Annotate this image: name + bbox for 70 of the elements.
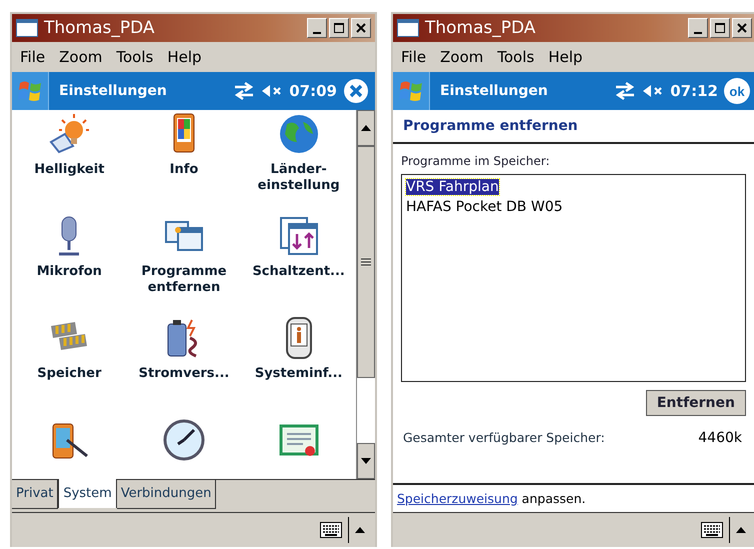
maximize-icon [714, 22, 726, 34]
menu-item[interactable]: Tools [116, 48, 154, 66]
setting-label[interactable]: Info [170, 162, 198, 178]
lightbulb-icon[interactable] [47, 112, 92, 156]
scroll-down-button[interactable] [357, 443, 375, 479]
tab[interactable]: System [58, 479, 117, 508]
start-button[interactable] [393, 72, 430, 110]
speaker-muted-icon[interactable] [261, 83, 284, 99]
sync-arrows-icon[interactable] [233, 82, 256, 100]
window-title: Thomas_PDA [425, 18, 537, 38]
minimize-icon [694, 32, 702, 34]
setting-label[interactable]: Systeminf... [254, 366, 342, 382]
clock-icon[interactable] [162, 418, 206, 462]
footer-text: Speicherzuweisung anpassen. [393, 483, 754, 512]
keyboard-icon[interactable] [320, 522, 342, 538]
memory-value: 4460k [698, 430, 742, 446]
setting-label[interactable]: Schaltzent... [252, 264, 345, 280]
close-button[interactable] [732, 18, 752, 38]
scrollbar[interactable] [356, 110, 375, 479]
menu-item[interactable]: Zoom [440, 48, 484, 66]
nav-title: Einstellungen [58, 83, 168, 99]
list-label: Programme im Speicher: [401, 154, 551, 168]
window-icon [16, 19, 38, 37]
down-arrow-icon [361, 458, 371, 464]
setting-label[interactable]: Mikrofon [36, 264, 102, 280]
sync-arrows-icon[interactable] [614, 82, 636, 100]
menu-item[interactable]: File [401, 48, 426, 66]
menu-item[interactable]: Tools [497, 48, 534, 66]
setting-label[interactable]: Helligkeit [34, 162, 104, 178]
menu-item[interactable]: Help [548, 48, 583, 66]
menu-item[interactable]: Help [167, 48, 202, 66]
scroll-thumb[interactable] [357, 146, 375, 378]
remove-button[interactable]: Entfernen [646, 390, 746, 416]
memory-allocation-link[interactable]: Speicherzuweisung [397, 491, 518, 506]
close-icon[interactable] [343, 78, 369, 104]
tab[interactable]: Verbindungen [116, 480, 216, 509]
maximize-button[interactable] [329, 18, 349, 38]
speaker-muted-icon[interactable] [642, 83, 664, 99]
memory-label: Gesamter verfügbarer Speicher: [403, 430, 605, 446]
clock-time: 07:09 [289, 82, 337, 100]
grip-icon [361, 258, 371, 266]
menu-item[interactable]: File [20, 48, 46, 66]
setting-label[interactable]: Stromvers... [138, 366, 230, 382]
minimize-button[interactable] [307, 18, 327, 38]
minimize-icon [313, 32, 321, 34]
up-arrow-icon [361, 125, 371, 131]
window-title: Thomas_PDA [44, 18, 156, 38]
ok-button[interactable]: ok [724, 78, 750, 104]
program-item[interactable]: VRS Fahrplan [406, 179, 499, 195]
scroll-up-button[interactable] [357, 110, 375, 146]
nav-title: Einstellungen [439, 83, 549, 99]
page-heading: Programme entfernen [393, 110, 754, 144]
program-list[interactable]: VRS Fahrplan HAFAS Pocket DB W05 [401, 174, 746, 382]
setting-label[interactable]: Länder-einstellung [242, 162, 355, 194]
setting-label[interactable]: Programme entfernen [128, 264, 240, 296]
maximize-icon [333, 22, 345, 34]
minimize-button[interactable] [688, 18, 708, 38]
up-arrow-icon[interactable] [355, 527, 365, 533]
program-item[interactable]: HAFAS Pocket DB W05 [406, 199, 563, 215]
maximize-button[interactable] [710, 18, 730, 38]
keyboard-icon[interactable] [701, 522, 723, 538]
start-button[interactable] [12, 72, 49, 110]
up-arrow-icon[interactable] [736, 527, 746, 533]
window-icon [397, 19, 419, 37]
setting-label[interactable]: Speicher [37, 366, 102, 382]
close-icon [355, 22, 367, 34]
menu-item[interactable]: Zoom [59, 48, 102, 66]
close-icon [736, 22, 748, 34]
close-button[interactable] [351, 18, 371, 38]
clock-time: 07:12 [670, 82, 718, 100]
